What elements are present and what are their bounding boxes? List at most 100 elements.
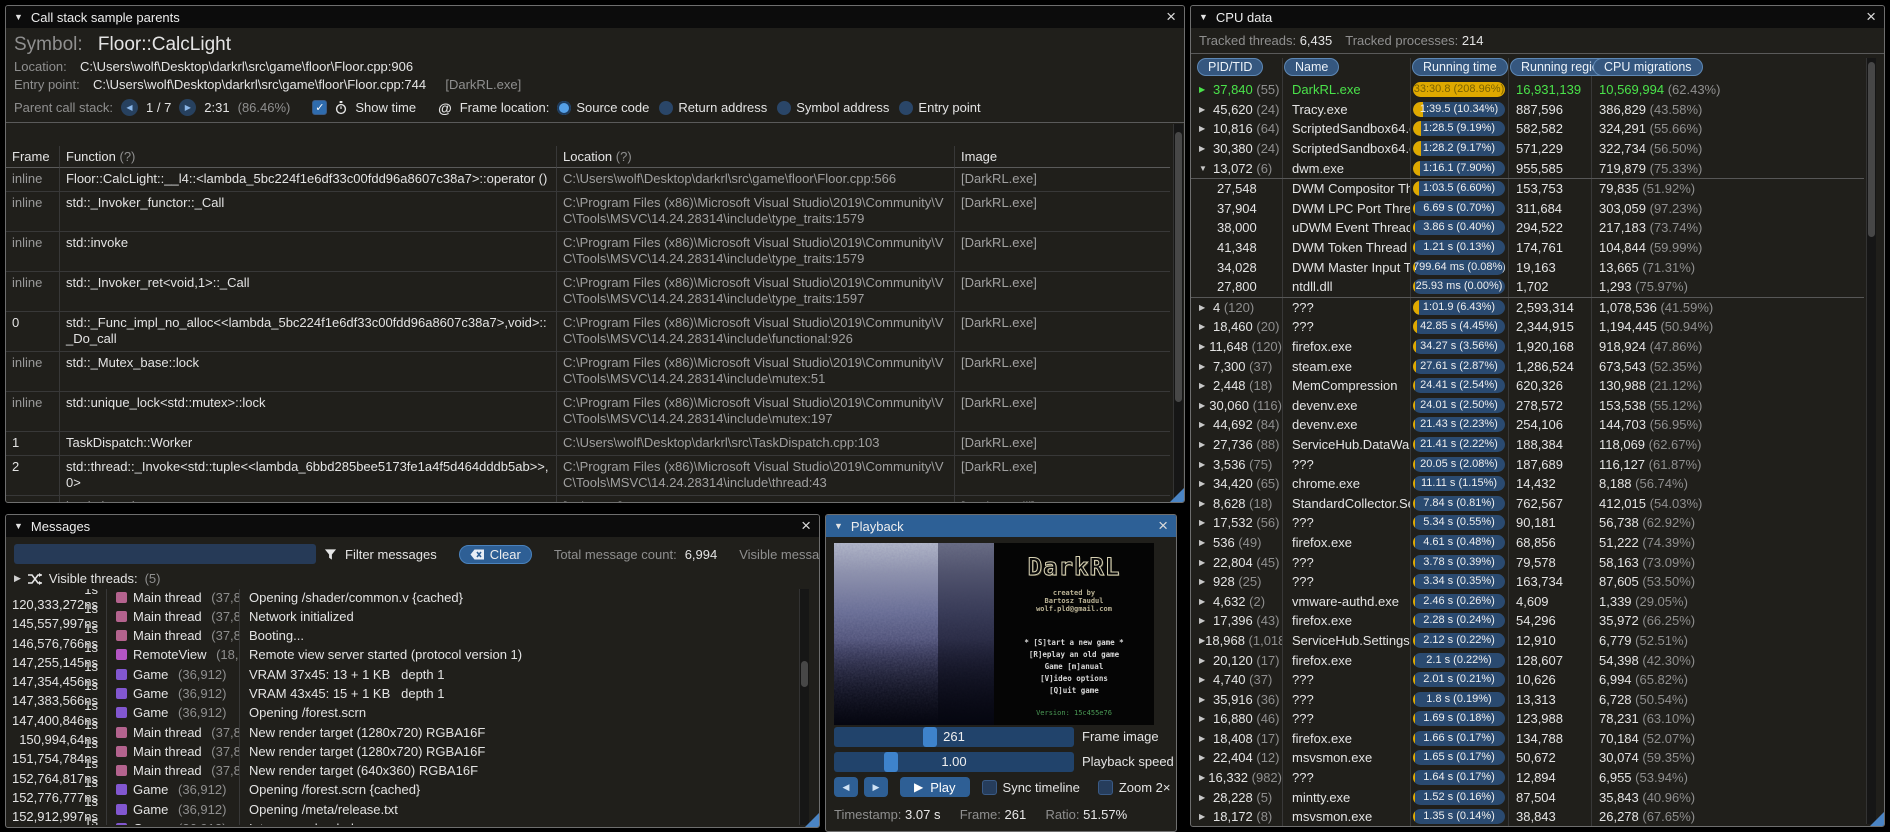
- expander-icon[interactable]: ▶: [1199, 440, 1213, 449]
- running-time-bar[interactable]: 4.61 s (0.48%): [1413, 534, 1505, 550]
- running-time-bar[interactable]: 6.69 s (0.70%): [1413, 200, 1505, 216]
- running-time-bar[interactable]: 1:28.2 (9.17%): [1413, 141, 1505, 157]
- sync-timeline-checkbox[interactable]: [981, 779, 997, 795]
- cpu-row[interactable]: ▼ 13,072 (6) dwm.exe 1:16.1 (7.90%) 955,585 7…: [1191, 158, 1864, 178]
- col-frame[interactable]: Frame: [6, 146, 59, 168]
- expander-icon[interactable]: ▶: [1199, 753, 1213, 762]
- cpu-row[interactable]: ▶ 928 (25)??? 3.34 s (0.35%) 163,734 87,605 …: [1191, 572, 1864, 592]
- frame-location-radio[interactable]: [777, 101, 792, 116]
- cpu-row[interactable]: ▶ 18,408 (17) firefox.exe 1.66 s (0.17%) 134…: [1191, 729, 1864, 749]
- cpu-col-running-time[interactable]: Running time: [1412, 58, 1508, 76]
- messages-scrollbar[interactable]: [799, 589, 809, 825]
- frame-location-radio[interactable]: [557, 101, 572, 116]
- running-time-bar[interactable]: 27.61 s (2.87%): [1413, 358, 1505, 374]
- close-icon[interactable]: ×: [1866, 8, 1876, 25]
- running-time-bar[interactable]: 1.65 s (0.17%): [1413, 750, 1505, 766]
- expander-icon[interactable]: ▶: [1199, 85, 1213, 94]
- col-location[interactable]: Location (?): [556, 146, 954, 168]
- cpu-resize-grip[interactable]: [1870, 812, 1884, 826]
- cpu-row[interactable]: ▶ 18,172 (8) msvsmon.exe 1.35 s (0.14%) 38,8…: [1191, 807, 1864, 826]
- running-time-bar[interactable]: 24.01 s (2.50%): [1413, 397, 1505, 413]
- cpu-row[interactable]: ▶ 37,840 (55) DarkRL.exe 33:30.8 (208.96%) 1…: [1191, 80, 1864, 100]
- expand-icon[interactable]: ▶: [14, 573, 21, 584]
- next-frame-button[interactable]: ▶: [179, 99, 197, 116]
- running-time-bar[interactable]: 1:01.9 (6.43%): [1413, 299, 1505, 315]
- collapse-icon[interactable]: ▼: [14, 521, 23, 531]
- cpu-row[interactable]: ▶ 22,804 (45)??? 3.78 s (0.39%) 79,578 58,16…: [1191, 552, 1864, 572]
- cpu-row[interactable]: ▶10,816 (64) ScriptedSandbox64.exe 1:28.5 …: [1191, 119, 1864, 139]
- running-time-bar[interactable]: 1.35 s (0.14%): [1413, 809, 1505, 825]
- frame-location-radio[interactable]: [899, 101, 914, 116]
- col-function[interactable]: Function (?): [59, 146, 556, 168]
- running-time-bar[interactable]: 1.66 s (0.17%): [1413, 730, 1505, 746]
- running-time-bar[interactable]: 1:16.1 (7.90%): [1413, 160, 1505, 176]
- callstack-row[interactable]: 3beginthreadex[unknown][ucrtbase.dll]: [6, 496, 1170, 502]
- running-time-bar[interactable]: 20.05 s (2.08%): [1413, 456, 1505, 472]
- cpu-row[interactable]: ▶ 4,632 (2) vmware-authd.exe 2.46 s (0.26%)…: [1191, 591, 1864, 611]
- expander-icon[interactable]: ▶: [1199, 105, 1213, 114]
- messages-resize-grip[interactable]: [805, 813, 819, 827]
- running-time-bar[interactable]: 11.11 s (1.15%): [1413, 476, 1505, 492]
- cpu-scrollbar[interactable]: [1866, 58, 1876, 824]
- cpu-row[interactable]: ▶ 20,120 (17) firefox.exe 2.1 s (0.22%) 128,…: [1191, 650, 1864, 670]
- callstack-scrollbar[interactable]: [1173, 124, 1183, 500]
- running-time-bar[interactable]: 2.12 s (0.22%): [1413, 632, 1505, 648]
- callstack-resize-grip[interactable]: [1170, 488, 1184, 502]
- cpu-row[interactable]: ▶ 18,460 (20)??? 42.85 s (4.45%) 2,344,915 1…: [1191, 317, 1864, 337]
- cpu-row[interactable]: ▶ 17,532 (56)??? 5.34 s (0.55%) 90,181 56,73…: [1191, 513, 1864, 533]
- running-time-bar[interactable]: 1.69 s (0.18%): [1413, 711, 1505, 727]
- close-icon[interactable]: ×: [801, 517, 811, 534]
- running-time-bar[interactable]: 1.52 s (0.16%): [1413, 789, 1505, 805]
- play-button[interactable]: ▶ Play: [900, 777, 970, 797]
- frame-location-radio[interactable]: [659, 101, 674, 116]
- running-time-bar[interactable]: 25.93 ms (0.00%): [1413, 279, 1505, 295]
- expander-icon[interactable]: ▶: [1199, 401, 1209, 410]
- expander-icon[interactable]: ▶: [1199, 499, 1213, 508]
- cpu-row[interactable]: 38,000 uDWM Event Thread 3.86 s (0.40%) 294…: [1191, 218, 1864, 238]
- visible-threads-row[interactable]: ▶ Visible threads: (5): [14, 571, 160, 586]
- running-time-bar[interactable]: 2.28 s (0.24%): [1413, 613, 1505, 629]
- callstack-row[interactable]: 1 TaskDispatch::Worker C:\Users\wolf\Deskt…: [6, 432, 1170, 456]
- expander-icon[interactable]: ▶: [1199, 616, 1213, 625]
- callstack-row[interactable]: inline std::_Invoker_ret<void,1>::_Call C:…: [6, 272, 1170, 312]
- expander-icon[interactable]: ▶: [1199, 124, 1213, 133]
- running-time-bar[interactable]: 42.85 s (4.45%): [1413, 319, 1505, 335]
- running-time-bar[interactable]: 2.01 s (0.21%): [1413, 672, 1505, 688]
- running-time-bar[interactable]: 5.34 s (0.55%): [1413, 515, 1505, 531]
- cpu-col-cpu-migrations[interactable]: CPU migrations: [1593, 58, 1703, 76]
- expander-icon[interactable]: ▶: [1199, 479, 1213, 488]
- expander-icon[interactable]: ▼: [1199, 164, 1213, 173]
- running-time-bar[interactable]: 21.41 s (2.22%): [1413, 436, 1505, 452]
- cpu-titlebar[interactable]: ▼ CPU data ×: [1191, 6, 1884, 28]
- running-time-bar[interactable]: 1:28.5 (9.19%): [1413, 121, 1505, 137]
- expander-icon[interactable]: ▶: [1199, 518, 1213, 527]
- cpu-row[interactable]: ▶ 34,420 (65) chrome.exe 11.11 s (1.15%) 14,…: [1191, 474, 1864, 494]
- collapse-icon[interactable]: ▼: [14, 12, 23, 22]
- expander-icon[interactable]: ▶: [1199, 656, 1213, 665]
- cpu-row[interactable]: ▶ 35,916 (36)??? 1.8 s (0.19%) 13,313 6,728 …: [1191, 689, 1864, 709]
- next-frame-button[interactable]: ▶: [864, 777, 888, 797]
- running-time-bar[interactable]: 21.43 s (2.23%): [1413, 417, 1505, 433]
- cpu-row[interactable]: ▶ 11,648 (120) firefox.exe 34.27 s (3.56%) 1…: [1191, 337, 1864, 357]
- expander-icon[interactable]: ▶: [1199, 362, 1213, 371]
- cpu-row[interactable]: ▶ 3,536 (75)??? 20.05 s (2.08%) 187,689 116,…: [1191, 454, 1864, 474]
- running-time-bar[interactable]: 24.41 s (2.54%): [1413, 378, 1505, 394]
- cpu-row[interactable]: 27,800 ntdll.dll 25.93 ms (0.00%) 1,702 1,29…: [1191, 277, 1864, 297]
- running-time-bar[interactable]: 3.78 s (0.39%): [1413, 554, 1505, 570]
- cpu-row[interactable]: ▶ 2,448 (18) MemCompression 24.41 s (2.54%)…: [1191, 376, 1864, 396]
- prev-frame-button[interactable]: ◀: [834, 777, 858, 797]
- callstack-row[interactable]: 0 std::_Func_impl_no_alloc<<lambda_5bc224…: [6, 312, 1170, 352]
- cpu-row[interactable]: ▶ 536 (49) firefox.exe 4.61 s (0.48%) 68,856…: [1191, 533, 1864, 553]
- close-icon[interactable]: ×: [1166, 8, 1176, 25]
- cpu-row[interactable]: ▶ 4 (120)??? 1:01.9 (6.43%) 2,593,314 1,078,…: [1191, 296, 1864, 318]
- running-time-bar[interactable]: 2.46 s (0.26%): [1413, 593, 1505, 609]
- cpu-row[interactable]: ▶8,628 (18) StandardCollector.Service.e 7.…: [1191, 493, 1864, 513]
- expander-icon[interactable]: ▶: [1199, 734, 1213, 743]
- running-time-bar[interactable]: 7.84 s (0.81%): [1413, 495, 1505, 511]
- running-time-bar[interactable]: 1.21 s (0.13%): [1413, 240, 1505, 256]
- cpu-row[interactable]: ▶30,380 (24) ScriptedSandbox64.exe 1:28.2 …: [1191, 139, 1864, 159]
- cpu-row[interactable]: ▶ 30,060 (116) devenv.exe 24.01 s (2.50%) 27…: [1191, 396, 1864, 416]
- cpu-col-name[interactable]: Name: [1284, 58, 1340, 76]
- expander-icon[interactable]: ▶: [1199, 303, 1213, 312]
- col-image[interactable]: Image: [954, 146, 1170, 168]
